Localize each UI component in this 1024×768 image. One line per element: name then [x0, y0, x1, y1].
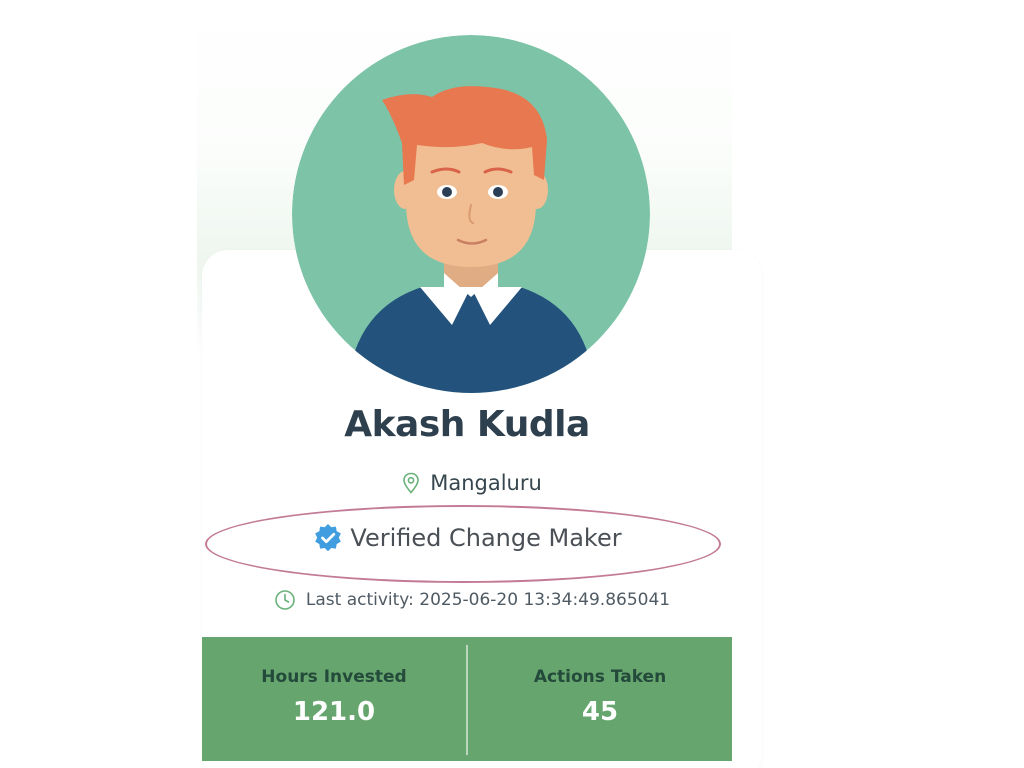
avatar-illustration [292, 35, 650, 393]
avatar[interactable] [292, 35, 650, 393]
profile-screen: Akash Kudla Mangaluru Verified Change Ma… [0, 0, 1024, 768]
stat-hours-invested: Hours Invested 121.0 [202, 637, 466, 761]
map-pin-icon [402, 472, 420, 494]
stat-label: Hours Invested [261, 667, 407, 687]
location-row: Mangaluru [202, 471, 742, 495]
location-text: Mangaluru [430, 471, 542, 495]
stat-value: 45 [581, 697, 619, 727]
stat-value: 121.0 [292, 697, 376, 727]
stat-actions-taken: Actions Taken 45 [468, 637, 732, 761]
verified-badge-row: Verified Change Maker [202, 522, 732, 554]
verified-badge-text: Verified Change Maker [350, 524, 622, 552]
clock-icon [274, 589, 296, 611]
profile-name: Akash Kudla [344, 404, 590, 445]
verified-badge-icon [312, 522, 344, 554]
stat-label: Actions Taken [533, 667, 667, 687]
last-activity-text: Last activity: 2025-06-20 13:34:49.86504… [305, 590, 671, 610]
stats-bar: Hours Invested 121.0 Actions Taken 45 [202, 637, 732, 761]
last-activity-row: Last activity: 2025-06-20 13:34:49.86504… [202, 589, 742, 611]
